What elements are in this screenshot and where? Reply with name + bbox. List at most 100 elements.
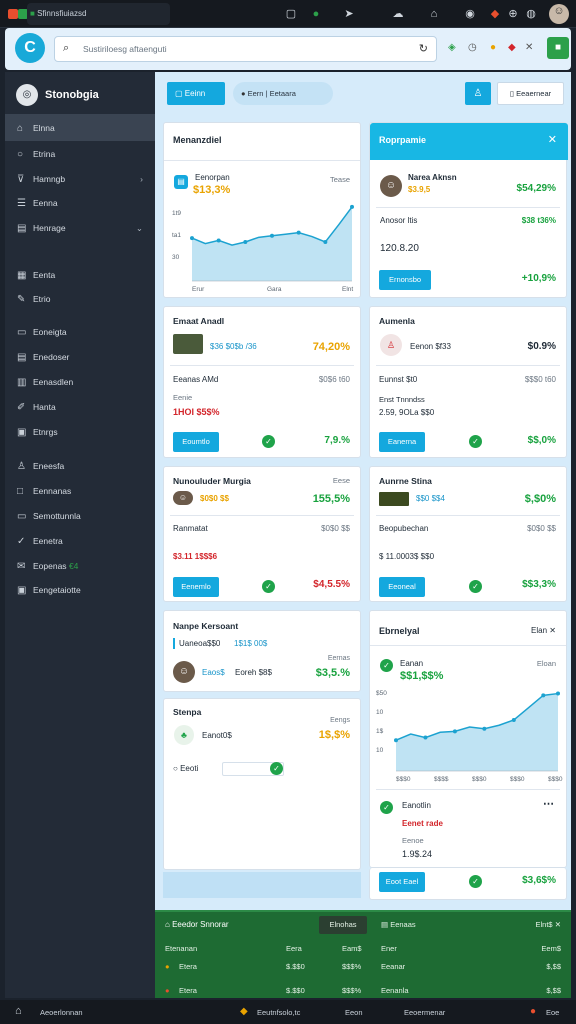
thumbnail-image [379, 492, 409, 506]
bottom-label-3: Eeon [345, 1008, 363, 1017]
record-icon[interactable]: ● [309, 7, 323, 21]
record-icon[interactable]: ◆ [508, 42, 516, 53]
avatar[interactable]: ☺ [549, 4, 569, 24]
send-icon[interactable]: ➤ [342, 7, 356, 21]
sidebar-item-1[interactable]: ○ Etrina [17, 145, 55, 163]
clock-icon[interactable]: ◷ [468, 42, 477, 53]
divider [170, 365, 354, 366]
cloud-icon[interactable]: ☁ [391, 7, 405, 21]
sidebar-item-6[interactable]: ✎ Etrio [17, 290, 50, 308]
thumbnail-image [173, 334, 203, 354]
avatar: ☺ [173, 661, 195, 683]
data-point [541, 693, 546, 698]
refresh-icon[interactable]: ↻ [419, 42, 428, 55]
check-icon: ✓ [262, 435, 275, 448]
data-point [350, 204, 354, 209]
stat-card-d: Aunrne Stina $$0 $$4 $,$0% Beopubechan $… [369, 466, 567, 602]
pct-label: Eernas [327, 655, 350, 662]
toolbar-primary-button[interactable]: ▢ Eeinn [167, 82, 225, 105]
alert-icon[interactable]: ● [530, 1006, 536, 1017]
footer-sub-2: Eenoe [402, 836, 424, 845]
card-sub: $0$0 $$ [200, 494, 229, 503]
circle-icon[interactable]: ● [490, 42, 496, 53]
avatar: ♙ [380, 334, 402, 356]
alert-icon[interactable]: ◉ [463, 7, 477, 21]
row-label: Anosor ltis [380, 216, 418, 225]
y-tick-label: 1t9 [172, 210, 181, 217]
close-dot-icon[interactable] [8, 9, 18, 19]
table-row[interactable]: ● Etera $.$$0 $$$% Eenanla $,$$ [165, 984, 561, 998]
sidebar-item-3[interactable]: ☰ Eenna [17, 194, 58, 212]
monitor-icon: ▭ [17, 511, 27, 522]
close-icon[interactable]: ✕ [548, 133, 557, 146]
card-sub: Eenon $f33 [410, 342, 451, 351]
divider [376, 789, 560, 790]
sidebar-item-12[interactable]: ♙ Eneesfa [17, 457, 64, 475]
agent-action-button[interactable]: Ernonsbo [379, 270, 431, 290]
list-icon: ☰ [17, 198, 26, 209]
card-pct: 74,20% [312, 341, 350, 353]
sidebar-item-5[interactable]: ▦ Eenta [17, 266, 55, 284]
card-action-button[interactable]: Eoumtlo [173, 432, 219, 452]
save-icon: ▣ [17, 585, 27, 596]
chart-icon: ▤ [174, 175, 188, 189]
home-icon[interactable]: ⌂ [15, 1005, 22, 1017]
panel-corner[interactable]: Elnt$ ✕ [536, 920, 562, 929]
home-icon[interactable]: ⌂ [427, 7, 441, 21]
toolbar-filter-pill[interactable]: ● Eern | Eetaara [233, 82, 333, 105]
chart-action-button[interactable]: Eoot Eael [379, 872, 425, 892]
brand-avatar: ◎ [16, 84, 38, 106]
toolbar-secondary-button[interactable]: ▯ Eeaernear [497, 82, 564, 105]
close-button[interactable]: Elan ✕ [531, 626, 556, 635]
sidebar-item-11[interactable]: ▣ Etnrgs [17, 423, 58, 441]
search-icon: ⌕ [63, 42, 70, 54]
sidebar-item-4[interactable]: ▤ Henrage ⌄ [17, 219, 143, 237]
sidebar-item-10[interactable]: ✐ Hanta [17, 398, 56, 416]
table-header-row: Etenanan Eera Eam$ Ener Eem$ [165, 944, 561, 953]
sidebar-item-13[interactable]: □ Eennanas [17, 482, 71, 500]
more-icon[interactable]: ⋯ [543, 797, 554, 810]
search-input[interactable]: ⌕ Sustiriloesg aftaenguti ↻ [54, 36, 437, 62]
data-point [216, 238, 221, 243]
tools-icon[interactable]: ◍ [524, 7, 538, 21]
check-icon[interactable]: ✓ [270, 762, 283, 775]
app-logo-icon[interactable]: C [15, 33, 45, 63]
more-icon[interactable]: ⊕ [506, 7, 520, 21]
terminal-icon[interactable]: ▢ [284, 7, 298, 21]
sidebar-item-17[interactable]: ▣ Eengetaiotte [17, 581, 81, 599]
row-label: Eeanas AMd [173, 375, 219, 384]
sidebar-item-16[interactable]: ✉ Eopenas €4 [17, 557, 78, 575]
address-bar: C ⌕ Sustiriloesg aftaenguti ↻ ◈ ◷ ● ◆ ✕ … [5, 28, 571, 70]
bottom-label-2: Eeutnfsolo,tc [257, 1008, 301, 1017]
table-row[interactable]: ● Etera $.$$0 $$$% Eeanar $,$$ [165, 960, 561, 974]
sidebar-item-2[interactable]: ⊽ Hamngb › [17, 170, 143, 188]
sidebar-item-7[interactable]: ▭ Eoneigta [17, 323, 67, 341]
tools-icon[interactable]: ✕ [525, 42, 533, 53]
sidebar-item-14[interactable]: ▭ Semottunnla [17, 507, 81, 525]
card-title: Aunrne Stina [379, 476, 432, 486]
sidebar-item-0[interactable]: ⌂ Elnna [17, 119, 55, 137]
browser-top-bar: ■ Sfinnsfiuiazsd ▢ ● ➤ ☁ ⌂ ◉ ◆ ⊕ ◍ ☺ [0, 0, 576, 28]
bottom-label-5: Eoe [546, 1008, 560, 1017]
sidebar-item-9[interactable]: ▥ Eenasdlen [17, 373, 73, 391]
warning-icon[interactable]: ◆ [240, 1006, 248, 1017]
user-action-button[interactable]: ♙ [465, 82, 491, 105]
card-value: Eoreh $8$ [235, 668, 272, 677]
tab-2[interactable]: ▤ Eenaas [381, 920, 416, 929]
card-pct: 155,5% [312, 493, 350, 505]
sidebar-item-15[interactable]: ✓ Eenetra [17, 532, 63, 550]
sidebar-item-8[interactable]: ▤ Enedoser [17, 348, 69, 366]
extension-icon[interactable]: ■ [547, 37, 569, 59]
agent-sub: $3.9,5 [408, 185, 431, 194]
avatar: ☺ [173, 491, 193, 505]
row-label: Eunnst $t0 [379, 375, 418, 384]
tab-1[interactable]: Elnohas [319, 916, 367, 934]
green-leaf-icon[interactable]: ◈ [448, 42, 456, 53]
card-action-button[interactable]: Eenemlo [173, 577, 219, 597]
card-action-button[interactable]: Eeoneal [379, 577, 425, 597]
plant-icon: ♣ [174, 725, 194, 745]
notification-icon[interactable]: ◆ [488, 7, 502, 21]
check-circle-icon: ✓ [17, 536, 26, 547]
card-action-button[interactable]: Eanerna [379, 432, 425, 452]
browser-tab[interactable]: ■ Sfinnsfiuiazsd [27, 3, 170, 25]
